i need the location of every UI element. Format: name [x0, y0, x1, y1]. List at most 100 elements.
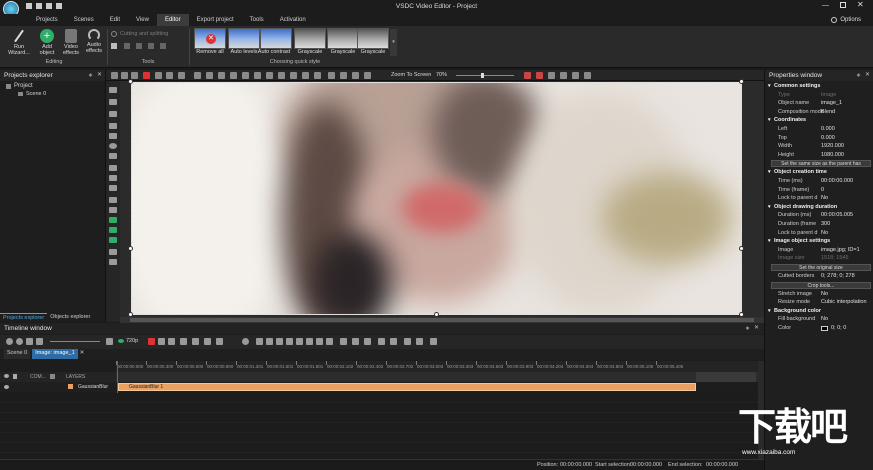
property-row[interactable]: Duration (frame 300: [765, 220, 873, 229]
property-action-button[interactable]: Set the same size as the parent has: [771, 160, 871, 168]
property-row[interactable]: Fill background No: [765, 315, 873, 324]
skip-end-icon[interactable]: [326, 338, 333, 345]
toolbar-icon[interactable]: [194, 72, 201, 79]
collapse-icon[interactable]: ▾: [768, 116, 771, 125]
close-tab-icon[interactable]: ✕: [80, 349, 85, 359]
collapse-icon[interactable]: ▾: [768, 203, 771, 212]
menu-scenes[interactable]: Scenes: [66, 14, 102, 26]
time-ruler[interactable]: 00:00:00.000 00:00:00.300 00:00:00.600 00:0…: [116, 361, 761, 372]
property-row[interactable]: Image image.jpg; ID=1: [765, 246, 873, 255]
toolbar-icon[interactable]: [364, 338, 371, 345]
toolbar-icon[interactable]: [155, 72, 162, 79]
move-tool-icon[interactable]: [109, 259, 117, 265]
toolbar-icon[interactable]: [536, 72, 543, 79]
property-row[interactable]: Lock to parent d No: [765, 194, 873, 203]
toolbar-icon[interactable]: [328, 72, 335, 79]
property-row[interactable]: Time (frame) 0: [765, 186, 873, 195]
tab-scene-0[interactable]: Scene 0: [4, 349, 31, 359]
property-value[interactable]: 00:00:00.000: [821, 177, 853, 186]
collapse-icon[interactable]: ▾: [768, 307, 771, 316]
toolbar-icon[interactable]: [572, 72, 579, 79]
property-value[interactable]: No: [821, 315, 828, 324]
quick-style-thumb[interactable]: [260, 28, 292, 49]
collapse-icon[interactable]: ▾: [768, 168, 771, 177]
toolbar-icon[interactable]: [352, 338, 359, 345]
toolbar-icon[interactable]: [158, 338, 165, 345]
property-row[interactable]: Image size 1518; 1545: [765, 254, 873, 263]
property-row[interactable]: Composition mode Blend: [765, 108, 873, 117]
tool-icon[interactable]: [109, 185, 117, 191]
toolbar-icon[interactable]: [242, 72, 249, 79]
property-row[interactable]: Lock to parent d No: [765, 229, 873, 238]
property-row[interactable]: Stretch image No: [765, 290, 873, 299]
property-value[interactable]: image_1: [821, 99, 842, 108]
property-section[interactable]: ▾ Coordinates: [765, 116, 873, 125]
tool-icon[interactable]: [109, 111, 117, 117]
property-value[interactable]: 1920.000: [821, 142, 844, 151]
menu-projects[interactable]: Projects: [28, 14, 66, 26]
options-link[interactable]: Options: [840, 17, 861, 23]
toolbar-icon[interactable]: [364, 72, 371, 79]
stop-icon[interactable]: [296, 338, 303, 345]
property-row[interactable]: Width 1920.000: [765, 142, 873, 151]
toolbar-icon[interactable]: [584, 72, 591, 79]
pin-icon[interactable]: ∗: [88, 72, 93, 79]
close-icon[interactable]: ✕: [754, 324, 759, 331]
resize-handle[interactable]: [128, 246, 133, 251]
property-section[interactable]: ▾ Object drawing duration: [765, 203, 873, 212]
toolbar-icon[interactable]: [180, 338, 187, 345]
tool-icon[interactable]: [160, 43, 166, 49]
property-value[interactable]: No: [821, 194, 828, 203]
property-row[interactable]: Object name image_1: [765, 99, 873, 108]
clip-end-marker[interactable]: [696, 372, 756, 382]
collapse-icon[interactable]: ▾: [768, 82, 771, 91]
toolbar-icon[interactable]: [230, 72, 237, 79]
quick-style-thumb[interactable]: [327, 28, 359, 49]
timeline-zoom-slider[interactable]: [50, 341, 100, 342]
tab-image-1[interactable]: Image: image_1: [32, 349, 78, 359]
menu-activation[interactable]: Activation: [272, 14, 314, 26]
property-value[interactable]: 0; 278; 0; 278: [821, 272, 855, 281]
toolbar-icon[interactable]: [430, 338, 437, 345]
toolbar-icon[interactable]: [378, 338, 385, 345]
ellipse-tool-icon[interactable]: [109, 143, 117, 149]
tree-item-scene[interactable]: Scene 0: [18, 91, 46, 97]
property-value[interactable]: 1080.000: [821, 151, 844, 160]
quick-style-scroll[interactable]: ▾: [390, 29, 397, 56]
toolbar-icon[interactable]: [192, 338, 199, 345]
zoom-out-icon[interactable]: [16, 338, 23, 345]
property-value[interactable]: Blend: [821, 108, 835, 117]
property-section[interactable]: ▾ Common settings: [765, 82, 873, 91]
run-wizard-button[interactable]: Run Wizard...: [4, 29, 34, 56]
scissors-icon[interactable]: [111, 31, 117, 37]
zoom-slider-handle[interactable]: [481, 73, 484, 78]
property-row[interactable]: Left 0.000: [765, 125, 873, 134]
image-tool-icon[interactable]: [109, 217, 117, 223]
menu-tools[interactable]: Tools: [242, 14, 272, 26]
tool-icon[interactable]: [109, 123, 117, 129]
add-object-button[interactable]: + Add object: [36, 29, 58, 56]
toolbar-icon[interactable]: [340, 338, 347, 345]
gear-icon[interactable]: [831, 17, 838, 23]
pin-icon[interactable]: ∗: [856, 72, 861, 79]
zoom-in-icon[interactable]: [6, 338, 13, 345]
toolbar-icon[interactable]: [178, 72, 185, 79]
audio-effects-button[interactable]: Audio effects: [83, 29, 105, 54]
toolbar-icon[interactable]: [131, 72, 138, 79]
rectangle-tool-icon[interactable]: [109, 133, 117, 139]
cutting-splitting-label[interactable]: Cutting and splitting: [120, 31, 168, 37]
property-row[interactable]: Type Image: [765, 91, 873, 100]
toolbar-icon[interactable]: [204, 338, 211, 345]
audio-tool-icon[interactable]: [109, 237, 117, 243]
visibility-icon[interactable]: [4, 374, 9, 378]
tree-item-project[interactable]: Project: [6, 83, 33, 89]
toolbar-icon[interactable]: [254, 72, 261, 79]
property-value[interactable]: Cubic interpolation: [821, 298, 867, 307]
tool-icon[interactable]: [124, 43, 130, 49]
property-value[interactable]: 300: [821, 220, 830, 229]
clock-icon[interactable]: [242, 338, 249, 345]
property-section[interactable]: ▾ Image object settings: [765, 237, 873, 246]
close-icon[interactable]: ✕: [97, 71, 102, 78]
tool-icon[interactable]: [148, 43, 154, 49]
property-section[interactable]: ▾ Background color: [765, 307, 873, 316]
